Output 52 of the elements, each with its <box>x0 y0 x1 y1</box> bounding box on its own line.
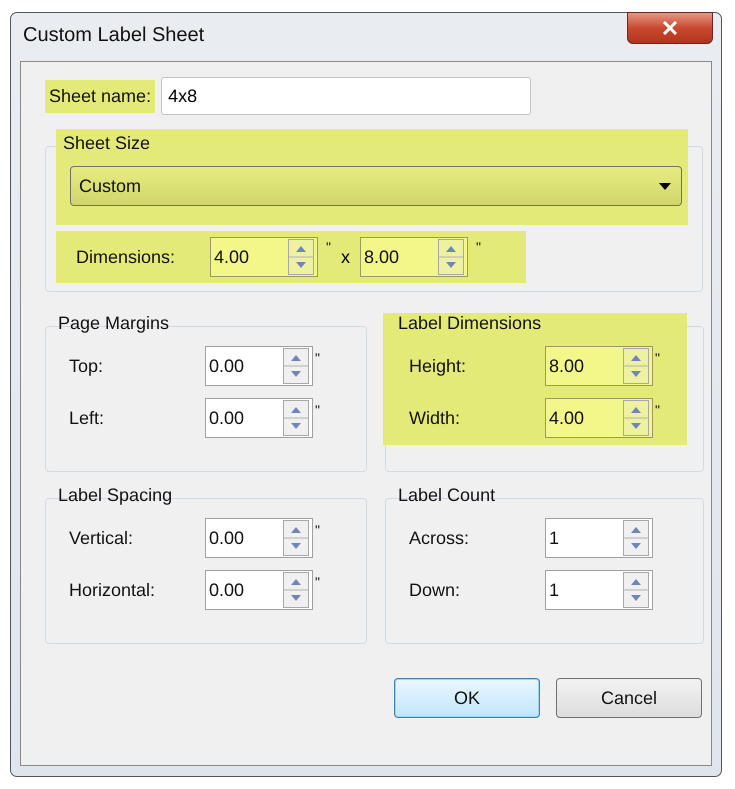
field-label: Horizontal: <box>69 580 156 600</box>
input-field[interactable]: 4x8 <box>161 77 532 115</box>
group-title: Label Spacing <box>57 485 174 506</box>
spin-box[interactable]: 0.00 <box>205 518 313 558</box>
spinner-icon[interactable] <box>288 239 314 275</box>
field-label: Dimensions: <box>76 246 176 268</box>
spinner-icon[interactable] <box>438 239 464 275</box>
field-label: Vertical: <box>69 528 134 548</box>
spin-box[interactable]: 0.00 <box>205 398 313 438</box>
close-button[interactable] <box>627 12 713 44</box>
spinner-icon[interactable] <box>623 348 649 384</box>
dropdown[interactable]: Custom <box>70 166 682 206</box>
field-label: Width: <box>409 408 462 428</box>
spinner-icon[interactable] <box>623 520 649 556</box>
spin-box[interactable]: 4.00 <box>210 237 318 277</box>
caret-icon <box>659 182 671 190</box>
spinner-icon[interactable] <box>283 520 309 556</box>
unit-mark: " <box>655 350 660 366</box>
spinner-icon[interactable] <box>283 400 309 436</box>
window-title: Custom Label Sheet <box>23 24 204 46</box>
spinner-icon[interactable] <box>283 348 309 384</box>
unit-mark: " <box>315 574 320 590</box>
spin-box[interactable]: 0.00 <box>205 570 313 610</box>
unit-mark: " <box>315 522 320 538</box>
field-label: Top: <box>69 356 104 376</box>
field-label: Height: <box>409 356 468 376</box>
spin-box[interactable]: 1 <box>545 518 653 558</box>
field-label: Left: <box>69 408 106 428</box>
spinner-icon[interactable] <box>623 400 649 436</box>
spin-box[interactable]: 8.00 <box>360 237 468 277</box>
field-label: Sheet name: <box>45 80 156 112</box>
spin-box[interactable]: 1 <box>545 570 653 610</box>
field-label: Down: <box>409 580 462 600</box>
field-label: Across: <box>409 528 470 548</box>
close-icon <box>662 21 678 35</box>
unit-mark: " <box>326 239 331 255</box>
group-title: Page Margins <box>57 313 170 334</box>
group-title: Sheet Size <box>62 133 152 154</box>
spinner-icon[interactable] <box>623 572 649 608</box>
times-sign: x <box>340 246 350 268</box>
dialog-button[interactable]: Cancel <box>556 678 702 718</box>
unit-mark: " <box>315 350 320 366</box>
unit-mark: " <box>476 239 481 255</box>
group-title: Label Count <box>397 485 496 506</box>
spinner-icon[interactable] <box>283 572 309 608</box>
dialog-button[interactable]: OK <box>394 678 540 718</box>
spin-box[interactable]: 8.00 <box>545 346 653 386</box>
group-title: Label Dimensions <box>397 313 542 334</box>
spin-box[interactable]: 4.00 <box>545 398 653 438</box>
unit-mark: " <box>655 402 660 418</box>
unit-mark: " <box>315 402 320 418</box>
spin-box[interactable]: 0.00 <box>205 346 313 386</box>
